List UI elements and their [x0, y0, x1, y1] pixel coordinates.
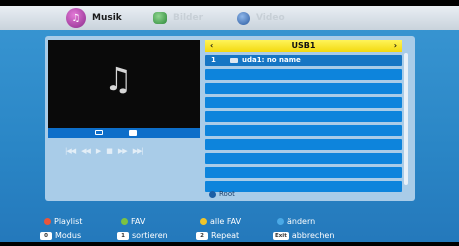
legend-abbrechen-label: abbrechen — [291, 231, 335, 240]
legend-modus: 0 Modus — [40, 231, 81, 240]
list-scrollbar[interactable] — [404, 53, 408, 185]
tab-photos-label: Bilder — [173, 13, 204, 23]
usb-drive-icon — [230, 58, 238, 63]
list-item-empty[interactable] — [205, 167, 402, 178]
fast-forward-icon[interactable]: ▶▶ — [118, 147, 128, 155]
root-indicator: Root — [209, 190, 235, 198]
tab-bar: ♫ Musik Bilder Video — [0, 6, 459, 30]
tab-music-label: Musik — [92, 13, 122, 23]
legend-fav-label: FAV — [131, 217, 146, 226]
chevron-left-icon[interactable]: ‹ — [210, 40, 213, 52]
list-item-empty[interactable] — [205, 153, 402, 164]
list-item-empty[interactable] — [205, 83, 402, 94]
video-icon — [237, 11, 250, 25]
legend-sortieren-label: sortieren — [132, 231, 168, 240]
list-header: ‹ USB1 › — [205, 40, 402, 52]
exit-key-icon: Exit — [273, 231, 289, 240]
blue-button-icon — [277, 218, 284, 225]
key-0-icon: 0 — [40, 231, 52, 240]
legend-abbrechen: Exit abbrechen — [273, 231, 334, 240]
tab-video-label: Video — [256, 13, 285, 23]
repeat-icon[interactable] — [95, 130, 103, 135]
chevron-right-icon[interactable]: › — [394, 40, 397, 52]
list-item-number: 1 — [211, 56, 216, 64]
key-legend: Playlist FAV alle FAV ändern 0 Modus 1 s… — [0, 212, 459, 246]
legend-aendern: ändern — [277, 217, 315, 226]
media-browser-panel: ♫ |◀◀ ◀◀ ▶ ■ ▶▶ ▶▶| ‹ USB1 › 1 uda1: no … — [45, 36, 415, 201]
key-2-icon: 2 — [196, 231, 208, 240]
stop-icon[interactable]: ■ — [106, 147, 113, 155]
music-note-icon: ♫ — [104, 60, 133, 98]
media-player-screen: ♫ Musik Bilder Video ♫ |◀◀ ◀◀ ▶ ■ ▶▶ ▶▶| — [0, 0, 459, 246]
bottom-letterbox — [0, 242, 459, 246]
preview-window: ♫ — [48, 40, 200, 128]
legend-aendern-label: ändern — [287, 217, 316, 226]
legend-modus-label: Modus — [55, 231, 82, 240]
legend-repeat: 2 Repeat — [196, 231, 239, 240]
folder-icon[interactable] — [129, 130, 137, 136]
legend-repeat-label: Repeat — [211, 231, 240, 240]
yellow-button-icon — [200, 218, 207, 225]
music-note-icon: ♫ — [66, 8, 86, 28]
list-item-empty[interactable] — [205, 97, 402, 108]
photo-icon — [153, 12, 167, 24]
play-icon[interactable]: ▶ — [96, 147, 101, 155]
legend-sortieren: 1 sortieren — [117, 231, 168, 240]
tab-video[interactable]: Video — [237, 9, 285, 27]
skip-forward-icon[interactable]: ▶▶| — [133, 147, 144, 155]
list-item-empty[interactable] — [205, 111, 402, 122]
playback-controls: |◀◀ ◀◀ ▶ ■ ▶▶ ▶▶| — [65, 147, 144, 155]
ok-button-icon — [209, 190, 216, 198]
root-label: Root — [219, 190, 235, 198]
legend-playlist-label: Playlist — [54, 217, 83, 226]
skip-back-icon[interactable]: |◀◀ — [65, 147, 76, 155]
legend-fav: FAV — [121, 217, 145, 226]
preview-toolbar — [48, 128, 200, 138]
red-button-icon — [44, 218, 51, 225]
legend-alle-fav: alle FAV — [200, 217, 241, 226]
green-button-icon — [121, 218, 128, 225]
rewind-icon[interactable]: ◀◀ — [81, 147, 91, 155]
list-item-empty[interactable] — [205, 139, 402, 150]
legend-playlist: Playlist — [44, 217, 82, 226]
list-item-name: uda1: no name — [242, 56, 301, 64]
list-item-empty[interactable] — [205, 125, 402, 136]
key-1-icon: 1 — [117, 231, 129, 240]
device-title: USB1 — [291, 41, 316, 50]
tab-photos[interactable]: Bilder — [153, 9, 203, 27]
list-item[interactable]: 1 uda1: no name — [205, 55, 402, 66]
tab-music[interactable]: ♫ Musik — [66, 8, 122, 28]
legend-alle-fav-label: alle FAV — [210, 217, 242, 226]
list-item-empty[interactable] — [205, 69, 402, 80]
